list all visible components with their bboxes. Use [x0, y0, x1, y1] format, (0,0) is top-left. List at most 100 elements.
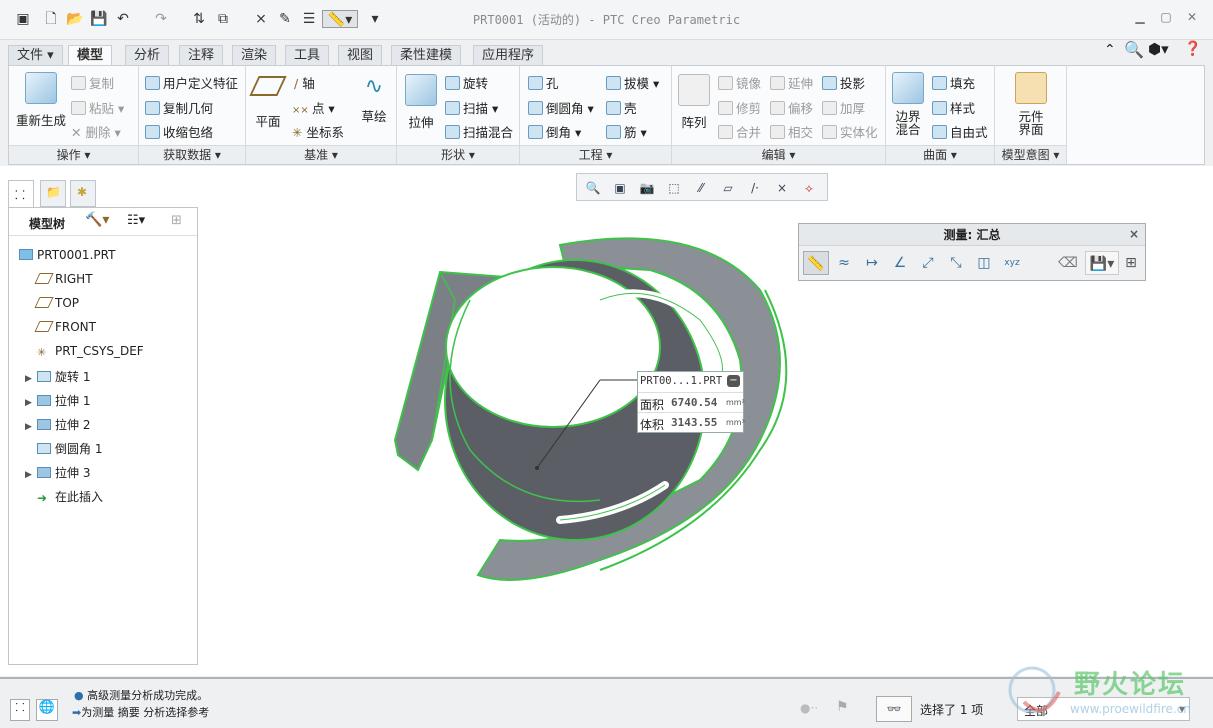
style-button[interactable]: 样式 [932, 98, 975, 117]
sweep-button[interactable]: 扫描 ▾ [445, 98, 498, 117]
diameter-icon[interactable]: ⤢ [915, 251, 941, 275]
merge-button[interactable]: 合并 [718, 122, 761, 141]
tree-item[interactable]: PRT0001.PRT [19, 248, 115, 262]
help-icon[interactable]: ❓ [1184, 41, 1201, 57]
delete-button[interactable]: ✕ 删除 ▾ [71, 122, 121, 141]
extrude-button[interactable]: 拉伸 [401, 74, 441, 131]
point-button[interactable]: ×× 点 ▾ [292, 98, 335, 117]
datum-plane-display-icon[interactable]: ▱ [718, 178, 738, 197]
point-display-icon[interactable]: × [772, 178, 792, 197]
collapse-ribbon-icon[interactable]: ⌃ [1104, 42, 1116, 58]
copy-button[interactable]: 复制 [71, 73, 114, 92]
pattern-button[interactable]: 阵列 [676, 74, 712, 131]
find-icon[interactable]: 👓 [876, 696, 912, 722]
udf-button[interactable]: 用户定义特征 [145, 73, 238, 92]
distance-icon[interactable]: ≈ [831, 251, 857, 275]
intersect-button[interactable]: 相交 [770, 122, 813, 141]
extend-button[interactable]: 延伸 [770, 73, 813, 92]
tree-settings-icon[interactable]: 🔨▾ [85, 212, 109, 228]
plane-button[interactable]: 平面 [249, 76, 287, 130]
paste-button[interactable]: 粘贴 ▾ [71, 98, 124, 117]
swept-blend-button[interactable]: 扫描混合 [445, 122, 513, 141]
mirror-button[interactable]: 镜像 [718, 73, 761, 92]
close-icon[interactable]: × [1129, 227, 1139, 241]
draft-button[interactable]: 拔模 ▾ [606, 73, 659, 92]
collapse-icon[interactable]: − [727, 375, 740, 387]
length-icon[interactable]: 📏 [803, 251, 829, 275]
regenerate-button[interactable]: 重新生成 [13, 72, 69, 129]
expand-arrow-icon[interactable]: ▶ [25, 422, 37, 432]
trim-button[interactable]: 修剪 [718, 98, 761, 117]
model-tree-tab[interactable]: ⸬ [8, 180, 34, 207]
expand-arrow-icon[interactable]: ▶ [25, 398, 37, 408]
tab-view[interactable]: 视图 [338, 45, 383, 66]
view-manager-icon[interactable]: ⬚ [664, 178, 684, 197]
refit-icon[interactable]: 🔍 [583, 178, 603, 197]
shell-button[interactable]: 壳 [606, 98, 637, 117]
group-label-get-data[interactable]: 获取数据 ▾ [139, 145, 245, 164]
selection-filter[interactable]: 全部 ▾ [1017, 697, 1190, 721]
measure-result-callout[interactable]: PRT00...1.PRT − 面积 6740.54 mm² 体积 3143.5… [637, 371, 745, 433]
search-icon[interactable]: 🔍 [1124, 40, 1144, 59]
minimize-button[interactable]: ▁ [1132, 10, 1148, 26]
tree-item[interactable]: ➜ 在此插入 [25, 488, 103, 505]
flag-icon[interactable]: ⚑ [836, 699, 849, 715]
tree-item[interactable]: ▶ 拉伸 2 [25, 416, 90, 433]
area-icon[interactable]: ⤡ [943, 251, 969, 275]
csys-button[interactable]: ✳ 坐标系 [292, 122, 344, 141]
tree-item[interactable]: RIGHT [25, 272, 93, 286]
datum-axis-display-icon[interactable]: ⁄⁄ [691, 178, 711, 197]
community-icon[interactable]: ⬢▾ [1148, 40, 1169, 58]
folder-browser-tab[interactable]: 📁 [40, 180, 66, 207]
copy-geometry-button[interactable]: 复制几何 [145, 98, 213, 117]
saved-views-icon[interactable]: 📷 [637, 178, 657, 197]
tree-columns-icon[interactable]: ⊞ [171, 213, 182, 228]
csys-display-icon[interactable]: ⟡ [799, 178, 819, 197]
tree-item[interactable]: ▶ 拉伸 3 [25, 464, 90, 481]
tab-file[interactable]: 文件 ▾ [8, 45, 63, 66]
thicken-button[interactable]: 加厚 [822, 98, 865, 117]
save-results-icon[interactable]: 💾▾ [1085, 251, 1119, 275]
expand-icon[interactable]: ⊞ [1121, 251, 1141, 275]
tab-tools[interactable]: 工具 [285, 45, 330, 66]
group-label-operations[interactable]: 操作 ▾ [9, 145, 138, 164]
tree-item[interactable]: FRONT [25, 320, 96, 334]
revolve-button[interactable]: 旋转 [445, 73, 488, 92]
fill-button[interactable]: 填充 [932, 73, 975, 92]
hole-button[interactable]: 孔 [528, 73, 559, 92]
expand-arrow-icon[interactable]: ▶ [25, 374, 37, 384]
display-style-icon[interactable]: ▣ [610, 178, 630, 197]
expand-arrow-icon[interactable]: ▶ [25, 470, 37, 480]
group-label-shape[interactable]: 形状 ▾ [397, 145, 519, 164]
group-label-surfaces[interactable]: 曲面 ▾ [886, 145, 994, 164]
group-label-editing[interactable]: 编辑 ▾ [672, 145, 885, 164]
tree-item[interactable]: ✳ PRT_CSYS_DEF [25, 344, 144, 359]
group-label-engineering[interactable]: 工程 ▾ [520, 145, 671, 164]
boundary-blend-button[interactable]: 边界 混合 [890, 72, 926, 136]
browser-icon[interactable]: 🌐 [36, 699, 58, 721]
tab-flexible-modeling[interactable]: 柔性建模 [391, 45, 462, 66]
tab-analysis[interactable]: 分析 [125, 45, 170, 66]
pair-distance-icon[interactable]: ↦ [859, 251, 885, 275]
shrinkwrap-button[interactable]: 收缩包络 [145, 122, 213, 141]
component-interface-button[interactable]: 元件 界面 [1011, 72, 1051, 136]
group-label-datum[interactable]: 基准 ▾ [246, 145, 396, 164]
group-label-model-intent[interactable]: 模型意图 ▾ [995, 145, 1066, 164]
favorites-tab[interactable]: ✱ [70, 180, 96, 207]
chamfer-button[interactable]: 倒角 ▾ [528, 122, 581, 141]
tab-annotate[interactable]: 注释 [179, 45, 224, 66]
tab-applications[interactable]: 应用程序 [473, 45, 544, 66]
tab-render[interactable]: 渲染 [232, 45, 277, 66]
angle-icon[interactable]: ∠ [887, 251, 913, 275]
sketch-button[interactable]: ∿ 草绘 [356, 74, 392, 125]
tree-item[interactable]: ▶ 拉伸 1 [25, 392, 90, 409]
tree-item[interactable]: TOP [25, 296, 79, 310]
axis-button[interactable]: / 轴 [294, 73, 315, 92]
freestyle-button[interactable]: 自由式 [932, 122, 988, 141]
tree-item[interactable]: 倒圆角 1 [25, 440, 102, 457]
solidify-button[interactable]: 实体化 [822, 122, 878, 141]
round-button[interactable]: 倒圆角 ▾ [528, 98, 594, 117]
close-button[interactable]: ✕ [1184, 10, 1200, 26]
project-button[interactable]: 投影 [822, 73, 865, 92]
tree-item[interactable]: ▶ 旋转 1 [25, 368, 90, 385]
